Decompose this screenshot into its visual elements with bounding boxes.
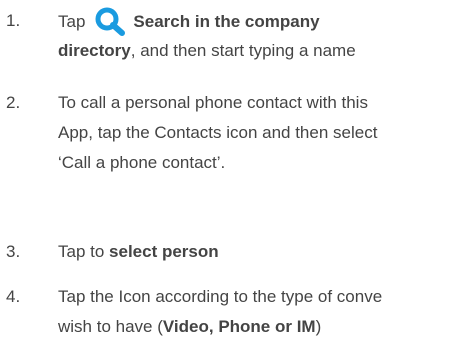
step-line: ‘Call a phone contact’. [58, 153, 226, 172]
step-line: wish to have (Video, Phone or IM) [58, 312, 321, 342]
step-line: Tap the Icon according to the type of co… [58, 287, 383, 306]
step-line: directory, and then start typing a name [58, 36, 356, 66]
step-bold-text: select person [109, 242, 219, 261]
search-icon [93, 6, 127, 36]
step-text: , and then start typing a name [130, 41, 356, 60]
step-line: Tap Search in the company [58, 6, 320, 37]
step-text: ) [315, 317, 322, 336]
step-line: Tap to select person [58, 237, 219, 267]
step-number: 1. [6, 11, 21, 30]
step-number: 3. [6, 242, 21, 261]
step-line: To call a personal phone contact with th… [58, 93, 368, 112]
step-number: 4. [6, 287, 21, 306]
step-text: wish to have ( [58, 317, 163, 336]
step-text: Tap to [58, 242, 110, 261]
step-bold-text: Video, Phone or IM [162, 317, 316, 336]
step-line: App, tap the Contacts icon and then sele… [58, 123, 378, 142]
step-bold-text: directory [58, 41, 131, 60]
step-number: 2. [6, 93, 21, 112]
step-bold-text: Search in the company [133, 12, 320, 31]
step-text: Tap [58, 12, 86, 31]
